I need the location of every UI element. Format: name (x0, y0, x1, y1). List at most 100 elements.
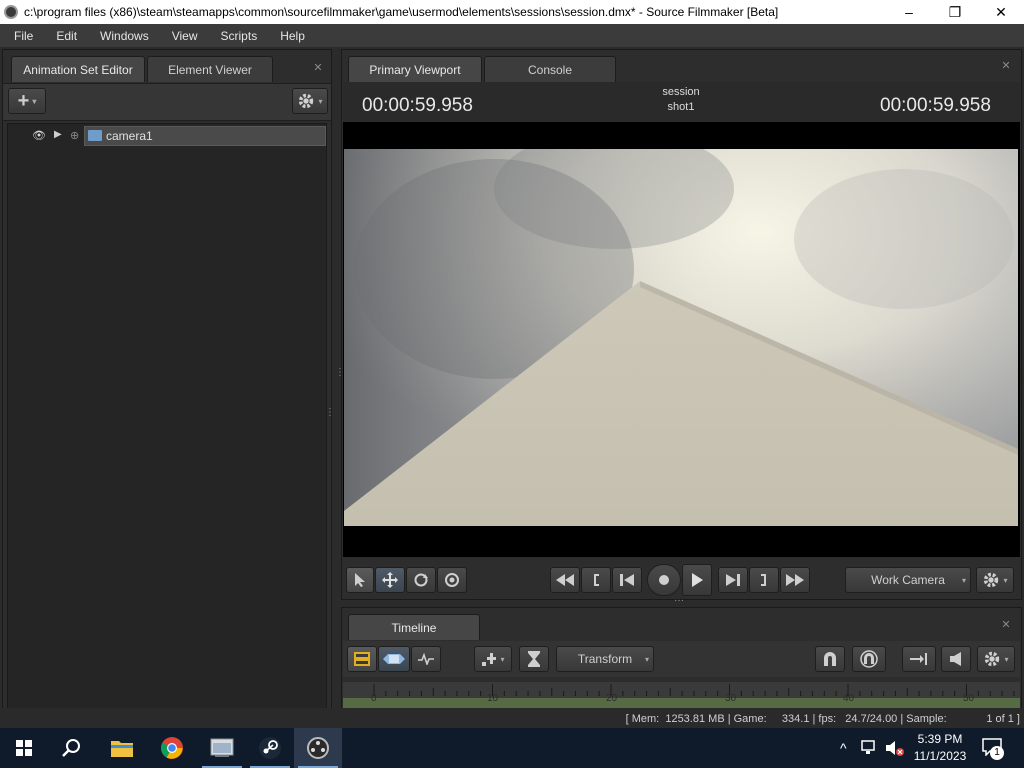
transform-dropdown[interactable]: Transform ▾ (556, 646, 654, 672)
menu-view[interactable]: View (158, 29, 207, 43)
window-app-icon (210, 738, 234, 757)
timecode-left: 00:00:59.958 (362, 95, 473, 116)
record-button[interactable] (647, 564, 681, 596)
rewind-icon (556, 574, 574, 586)
move-arrows-icon (382, 572, 398, 588)
close-panel-icon[interactable]: ✕ (311, 60, 325, 74)
taskbar-control-panel[interactable] (198, 728, 246, 768)
maximize-button[interactable]: ❐ (932, 0, 978, 24)
film-strip-icon (354, 652, 370, 666)
timeline-panel: Timeline ✕ ▾ Transform ▾ ▾ 0 10 20 30 40… (341, 607, 1022, 710)
menu-edit[interactable]: Edit (42, 29, 86, 43)
skip-back-icon (620, 574, 634, 586)
menu-scripts[interactable]: Scripts (207, 29, 267, 43)
search-button[interactable] (48, 728, 96, 768)
hourglass-button[interactable] (519, 646, 549, 672)
fast-forward-icon (786, 574, 804, 586)
chevron-down-icon: ▾ (1004, 654, 1009, 664)
graph-editor-button[interactable] (411, 646, 441, 672)
timecode-bar: 00:00:59.958 session shot1 00:00:59.958 (343, 82, 1020, 122)
network-icon[interactable] (861, 740, 879, 756)
play-button[interactable] (682, 564, 712, 596)
scene-render (344, 149, 1018, 526)
menu-file[interactable]: File (0, 29, 42, 43)
timeline-ruler[interactable]: 0 10 20 30 40 50 (343, 682, 1020, 708)
tab-animation-set-editor[interactable]: Animation Set Editor (11, 56, 145, 82)
taskbar: ^ 5:39 PM 11/1/2023 1 (0, 728, 1024, 768)
motion-editor-button[interactable] (378, 646, 410, 672)
ruler-green-band (343, 698, 1020, 708)
chevron-down-icon: ▾ (318, 96, 323, 106)
rewind-button[interactable] (550, 567, 580, 593)
close-button[interactable]: ✕ (978, 0, 1024, 24)
menu-bar: File Edit Windows View Scripts Help (0, 24, 1024, 47)
chevron-down-icon: ▾ (32, 96, 37, 106)
set-in-point-button[interactable] (581, 567, 611, 593)
folder-icon (111, 741, 133, 757)
tab-primary-viewport[interactable]: Primary Viewport (348, 56, 482, 82)
audio-button[interactable] (941, 646, 971, 672)
camera-dropdown[interactable]: Work Camera ▾ (845, 567, 971, 593)
clip-editor-button[interactable] (347, 646, 377, 672)
orbit-tool-button[interactable] (437, 567, 467, 593)
title-bar: c:\program files (x86)\steam\steamapps\c… (0, 0, 1024, 24)
viewport-render[interactable] (344, 149, 1018, 526)
move-tool-button[interactable] (375, 567, 405, 593)
taskbar-chrome[interactable] (148, 728, 196, 768)
settings-button[interactable]: ▾ (292, 88, 328, 114)
taskbar-steam[interactable] (246, 728, 294, 768)
plus-icon: + (17, 89, 30, 112)
action-center-button[interactable]: 1 (980, 736, 1010, 762)
viewport-settings-button[interactable]: ▾ (976, 567, 1014, 593)
ruler-label-0: 0 (371, 693, 377, 704)
ruler-label-40: 40 (843, 693, 855, 704)
snap-button[interactable] (815, 646, 845, 672)
snap-frame-button[interactable] (852, 646, 886, 672)
splitter-handle[interactable]: ⋮ (325, 408, 335, 426)
expand-arrow-icon[interactable]: ▶ (54, 129, 62, 140)
select-tool-button[interactable] (346, 567, 374, 593)
viewport-toolbar: Work Camera ▾ ▾ (342, 564, 1021, 598)
menu-help[interactable]: Help (266, 29, 314, 43)
bracket-left-icon (594, 574, 599, 586)
tab-console[interactable]: Console (484, 56, 616, 82)
minimize-button[interactable]: – (886, 0, 932, 24)
clock-date[interactable]: 11/1/2023 (909, 749, 971, 763)
set-out-point-button[interactable] (749, 567, 779, 593)
show-hidden-icons-chevron[interactable]: ^ (840, 740, 847, 756)
start-button[interactable] (0, 728, 48, 768)
tab-timeline[interactable]: Timeline (348, 614, 480, 640)
animation-set-tree: 👁 ▶ ⊕ camera1 (7, 123, 327, 709)
fast-forward-button[interactable] (780, 567, 810, 593)
transform-dropdown-label: Transform (577, 652, 633, 666)
timeline-settings-button[interactable]: ▾ (977, 646, 1015, 672)
ruler-label-50: 50 (963, 693, 975, 704)
eye-icon[interactable]: 👁 (32, 129, 46, 142)
magnet-icon (824, 652, 836, 666)
taskbar-source-filmmaker[interactable] (294, 728, 342, 768)
crosshair-icon[interactable]: ⊕ (70, 129, 79, 142)
toolbar: + ▾ ▾ (3, 83, 331, 121)
volume-muted-icon[interactable] (885, 739, 905, 757)
splitter-handle[interactable]: ··· (674, 596, 690, 606)
chevron-down-icon: ▾ (644, 654, 649, 664)
add-keyframe-button[interactable]: ▾ (474, 646, 512, 672)
next-frame-button[interactable] (718, 567, 748, 593)
splitter-handle[interactable]: ⋮ (335, 368, 345, 386)
status-text: [ Mem: 1253.81 MB | Game: 334.1 | fps: 2… (625, 713, 1020, 725)
menu-windows[interactable]: Windows (86, 29, 158, 43)
shot-label: shot1 (667, 101, 695, 113)
list-item[interactable]: 👁 ▶ ⊕ camera1 (8, 126, 326, 146)
tab-element-viewer[interactable]: Element Viewer (147, 56, 273, 82)
clock-time[interactable]: 5:39 PM (911, 732, 969, 746)
rotate-tool-button[interactable] (406, 567, 436, 593)
gear-icon (299, 93, 314, 109)
close-panel-icon[interactable]: ✕ (999, 617, 1013, 631)
go-to-end-button[interactable] (902, 646, 936, 672)
taskbar-file-explorer[interactable] (98, 728, 146, 768)
session-label: session (662, 86, 700, 98)
close-panel-icon[interactable]: ✕ (999, 58, 1013, 72)
motion-editor-icon (383, 654, 405, 664)
add-animation-set-button[interactable]: + ▾ (8, 88, 46, 114)
previous-frame-button[interactable] (612, 567, 642, 593)
